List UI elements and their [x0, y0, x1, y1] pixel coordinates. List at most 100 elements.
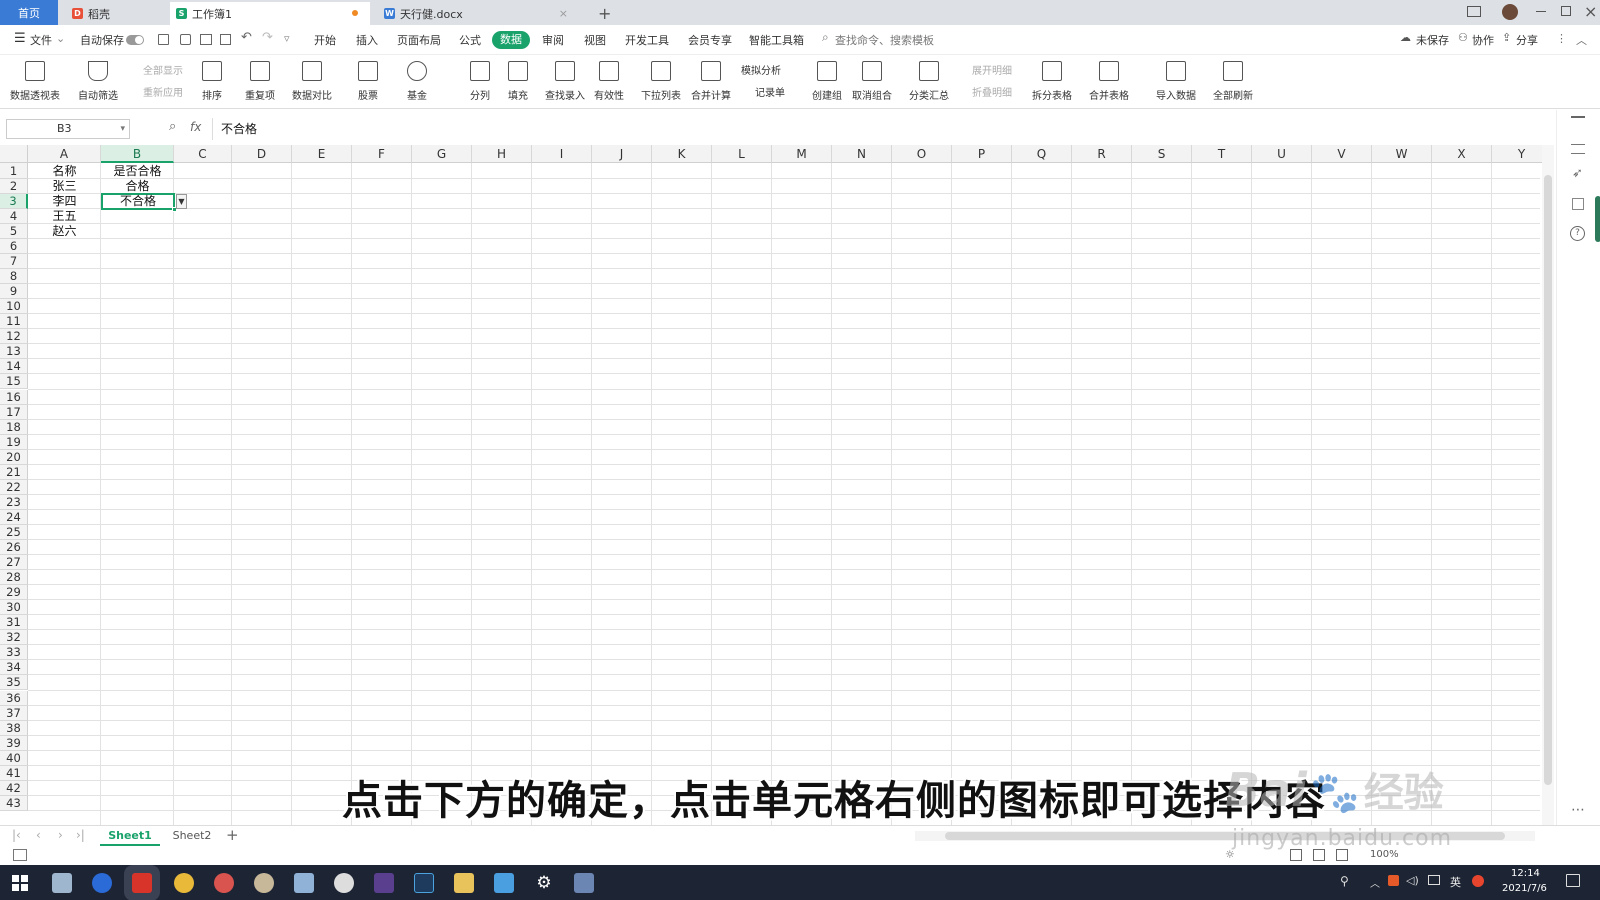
- sheet-tab-sheet2[interactable]: Sheet2: [164, 826, 220, 846]
- row-header-24[interactable]: 24: [0, 509, 28, 525]
- first-sheet-icon[interactable]: |‹: [12, 828, 21, 842]
- column-header-w[interactable]: W: [1372, 145, 1432, 163]
- menu-data-active[interactable]: 数据: [492, 31, 530, 49]
- video-editor-icon[interactable]: [374, 873, 394, 893]
- save-icon[interactable]: [158, 34, 169, 45]
- stocks-button[interactable]: 股票: [358, 57, 378, 102]
- minimize-icon[interactable]: [1536, 11, 1546, 12]
- row-header-40[interactable]: 40: [0, 750, 28, 766]
- row-header-3[interactable]: 3: [0, 194, 28, 209]
- network-icon[interactable]: [1428, 875, 1440, 885]
- row-header-19[interactable]: 19: [0, 434, 28, 450]
- panel-collapse-handle[interactable]: [1595, 196, 1600, 242]
- scroll-thumb[interactable]: [1544, 175, 1552, 785]
- menu-review[interactable]: 审阅: [542, 32, 564, 48]
- unsaved-status[interactable]: 未保存: [1416, 32, 1449, 48]
- duplicates-button[interactable]: 重复项: [245, 57, 275, 102]
- column-header-n[interactable]: N: [832, 145, 892, 163]
- row-header-29[interactable]: 29: [0, 585, 28, 601]
- split-table-button[interactable]: 拆分表格: [1032, 57, 1072, 102]
- next-sheet-icon[interactable]: ›: [58, 828, 63, 842]
- clock-date[interactable]: 2021/7/6: [1502, 883, 1547, 894]
- row-header-20[interactable]: 20: [0, 449, 28, 465]
- column-header-r[interactable]: R: [1072, 145, 1132, 163]
- row-header-34[interactable]: 34: [0, 660, 28, 676]
- cell-b2[interactable]: 合格: [101, 179, 174, 194]
- collapse-detail-button[interactable]: 折叠明细: [972, 84, 1012, 99]
- redo-icon[interactable]: ↷: [262, 30, 273, 45]
- row-header-39[interactable]: 39: [0, 735, 28, 751]
- tab-docer[interactable]: D 稻壳: [66, 2, 166, 25]
- row-header-7[interactable]: 7: [0, 254, 28, 270]
- row-header-18[interactable]: 18: [0, 419, 28, 435]
- windows-start-icon[interactable]: [12, 875, 28, 891]
- cell-a2[interactable]: 张三: [28, 179, 101, 194]
- command-search[interactable]: 查找命令、搜索模板: [835, 32, 934, 48]
- crop-icon[interactable]: [1572, 198, 1584, 210]
- vertical-scrollbar[interactable]: [1542, 145, 1554, 825]
- avatar[interactable]: [1502, 4, 1518, 20]
- dropdown-list-button[interactable]: 下拉列表: [641, 57, 681, 102]
- cell-a3[interactable]: 李四: [28, 194, 101, 209]
- column-header-b[interactable]: B: [101, 145, 174, 163]
- row-header-23[interactable]: 23: [0, 494, 28, 510]
- name-box[interactable]: B3 ▾: [6, 119, 130, 139]
- people-icon[interactable]: ⚲: [1340, 874, 1349, 888]
- row-header-22[interactable]: 22: [0, 479, 28, 495]
- tray-app-icon[interactable]: [1388, 875, 1399, 886]
- column-header-m[interactable]: M: [772, 145, 832, 163]
- column-header-j[interactable]: J: [592, 145, 652, 163]
- help-icon[interactable]: ?: [1570, 226, 1585, 241]
- settings-sliders-icon[interactable]: [1571, 144, 1585, 154]
- volume-icon[interactable]: ◁): [1406, 874, 1419, 887]
- column-header-u[interactable]: U: [1252, 145, 1312, 163]
- row-header-42[interactable]: 42: [0, 780, 28, 796]
- media-icon[interactable]: [254, 873, 274, 893]
- close-tab-icon[interactable]: ×: [559, 7, 568, 20]
- row-header-43[interactable]: 43: [0, 795, 28, 811]
- row-header-41[interactable]: 41: [0, 765, 28, 781]
- column-header-s[interactable]: S: [1132, 145, 1192, 163]
- row-header-5[interactable]: 5: [0, 224, 28, 239]
- column-header-l[interactable]: L: [712, 145, 772, 163]
- more-icon[interactable]: ⋯: [1571, 802, 1585, 818]
- data-compare-button[interactable]: 数据对比: [292, 57, 332, 102]
- tray-chevron-up-icon[interactable]: ︿: [1370, 875, 1380, 890]
- restore-icon[interactable]: [1561, 6, 1571, 16]
- menu-view[interactable]: 视图: [584, 32, 606, 48]
- add-sheet-button[interactable]: +: [226, 826, 239, 844]
- row-header-38[interactable]: 38: [0, 720, 28, 736]
- collab-button[interactable]: 协作: [1472, 32, 1494, 48]
- collapse-ribbon-icon[interactable]: ︿: [1576, 32, 1587, 48]
- record-form-button[interactable]: 记录单: [755, 84, 785, 99]
- column-header-p[interactable]: P: [952, 145, 1012, 163]
- print-icon[interactable]: [200, 34, 212, 45]
- dropdown-arrow-button[interactable]: ▼: [176, 194, 187, 209]
- menu-file[interactable]: 文件: [30, 32, 52, 48]
- column-header-a[interactable]: A: [28, 145, 101, 163]
- folder-icon[interactable]: [454, 873, 474, 893]
- sogou-input-icon[interactable]: [1472, 875, 1484, 887]
- last-sheet-icon[interactable]: ›|: [76, 828, 85, 842]
- app-a-icon[interactable]: [334, 873, 354, 893]
- formula-input[interactable]: 不合格: [212, 118, 1537, 140]
- split-column-button[interactable]: 分列: [470, 57, 490, 102]
- create-group-button[interactable]: 创建组: [812, 57, 842, 102]
- row-header-16[interactable]: 16: [0, 389, 28, 405]
- column-header-v[interactable]: V: [1312, 145, 1372, 163]
- chrome-alt-icon[interactable]: [214, 873, 234, 893]
- consolidate-button[interactable]: 合并计算: [691, 57, 731, 102]
- reapply-button[interactable]: 重新应用: [143, 84, 183, 99]
- photoshop-icon[interactable]: [414, 873, 434, 893]
- spreadsheet-grid[interactable]: ABCDEFGHIJKLMNOPQRSTUVWXY 1 2 3 4 5 6 7 8 9 10 11 1…: [0, 145, 1555, 825]
- row-header-1[interactable]: 1: [0, 163, 28, 179]
- fill-button[interactable]: 填充: [508, 57, 528, 102]
- row-header-2[interactable]: 2: [0, 179, 28, 194]
- select-all-corner[interactable]: [0, 145, 28, 163]
- share-button[interactable]: 分享: [1516, 32, 1538, 48]
- browser-icon[interactable]: [92, 873, 112, 893]
- cell-b1[interactable]: 是否合格: [101, 163, 174, 179]
- row-header-10[interactable]: 10: [0, 299, 28, 315]
- row-header-4[interactable]: 4: [0, 209, 28, 224]
- merge-table-button[interactable]: 合并表格: [1089, 57, 1129, 102]
